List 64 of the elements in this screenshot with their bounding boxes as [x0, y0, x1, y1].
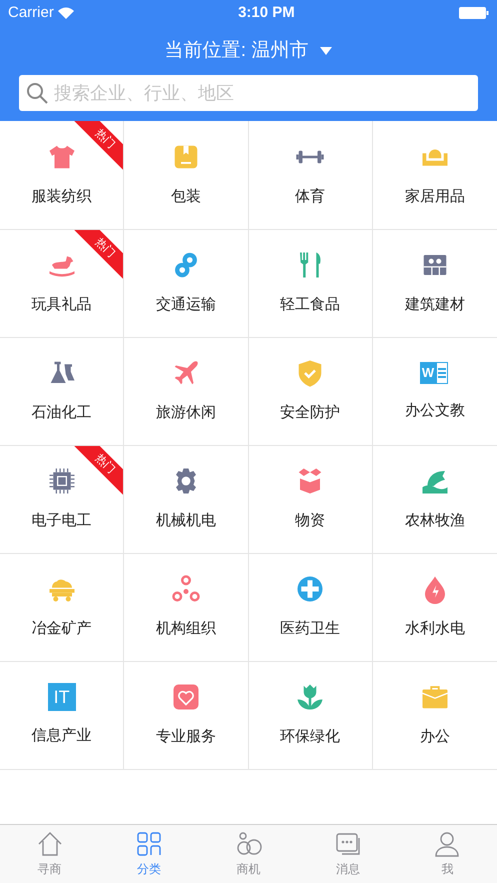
- category-label: 水利水电: [404, 619, 465, 640]
- chip-icon: [46, 466, 77, 496]
- category-tile[interactable]: 环保绿化: [248, 661, 373, 769]
- category-tile[interactable]: 玩具礼品 热门: [0, 229, 124, 337]
- category-tile[interactable]: 物资: [248, 445, 373, 553]
- it-tile-icon: IT: [48, 683, 76, 712]
- search-field[interactable]: 搜索企业、行业、地区: [19, 75, 478, 111]
- category-tile[interactable]: 旅游休闲: [124, 337, 248, 445]
- category-label: 体育: [295, 186, 326, 207]
- category-label: 办公文教: [404, 401, 465, 422]
- location-selector[interactable]: 当前位置: 温州市: [164, 36, 332, 66]
- category-tile[interactable]: 建筑建材: [372, 229, 497, 337]
- category-label: 环保绿化: [280, 727, 340, 748]
- category-tile[interactable]: 家居用品: [372, 121, 497, 229]
- category-label: 医药卫生: [280, 619, 340, 640]
- person-icon: [433, 830, 462, 858]
- category-label: 农林牧渔: [404, 511, 465, 532]
- category-label: 机械机电: [156, 511, 216, 532]
- category-label: 建筑建材: [404, 295, 465, 316]
- category-tile[interactable]: 体育: [248, 121, 373, 229]
- category-tile[interactable]: 轻工食品: [248, 229, 373, 337]
- category-label: 石油化工: [32, 403, 92, 424]
- category-label: 家居用品: [404, 186, 465, 207]
- medical-cross-icon: [295, 574, 326, 604]
- category-label: 机构组织: [156, 619, 216, 640]
- category-label: 电子电工: [32, 511, 92, 532]
- grid-icon: [135, 830, 164, 858]
- category-label: 轻工食品: [280, 295, 340, 316]
- category-tile[interactable]: W 办公文教: [372, 337, 497, 445]
- category-tile[interactable]: 机构组织: [124, 553, 248, 661]
- category-tile[interactable]: 医药卫生: [248, 553, 373, 661]
- category-tile[interactable]: 冶金矿产: [0, 553, 124, 661]
- category-tile[interactable]: IT 信息产业: [0, 661, 124, 769]
- three-circles-icon: [170, 574, 201, 604]
- category-label: 信息产业: [32, 726, 92, 746]
- category-tile[interactable]: 办公: [372, 661, 497, 769]
- category-tile[interactable]: 水利水电: [372, 553, 497, 661]
- category-label: 安全防护: [280, 403, 340, 424]
- category-tile[interactable]: 包装: [124, 121, 248, 229]
- category-label: 物资: [295, 511, 326, 532]
- home-icon: [36, 830, 64, 858]
- category-tile[interactable]: 服装纺织 热门: [0, 121, 124, 229]
- category-label: 专业服务: [156, 727, 216, 748]
- carrier-label: Carrier: [8, 2, 54, 23]
- wifi-icon: [58, 7, 74, 19]
- category-tile[interactable]: 石油化工: [0, 337, 124, 445]
- category-tile[interactable]: 专业服务: [124, 661, 248, 769]
- category-tile[interactable]: 电子电工 热门: [0, 445, 124, 553]
- search-icon: [26, 82, 48, 104]
- category-tile[interactable]: 机械机电: [124, 445, 248, 553]
- status-time: 3:10 PM: [238, 2, 295, 23]
- category-tile[interactable]: 交通运输: [124, 229, 248, 337]
- category-label: 办公: [420, 727, 450, 748]
- category-label: 冶金矿产: [32, 619, 92, 640]
- category-tile[interactable]: 农林牧渔: [372, 445, 497, 553]
- category-label: 交通运输: [156, 295, 216, 316]
- category-tile[interactable]: 安全防护: [248, 337, 373, 445]
- category-label: 玩具礼品: [32, 295, 92, 316]
- caret-icon: [320, 47, 332, 55]
- tulip-icon: [295, 682, 326, 712]
- battery-icon: [458, 7, 489, 19]
- category-label: 包装: [170, 186, 201, 207]
- category-label: 服装纺织: [32, 186, 92, 207]
- category-label: 旅游休闲: [156, 403, 216, 424]
